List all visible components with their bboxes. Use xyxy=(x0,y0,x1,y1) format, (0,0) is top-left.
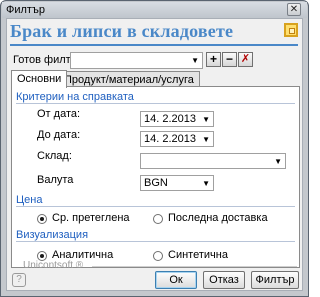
chevron-down-icon[interactable]: ▼ xyxy=(202,112,210,127)
criteria-divider xyxy=(16,103,295,104)
to-date-value: 14. 2.2013 xyxy=(144,133,196,145)
price-section-title: Цена xyxy=(16,194,43,206)
chevron-down-icon[interactable]: ▼ xyxy=(202,176,210,191)
close-button[interactable]: ✕ xyxy=(287,3,301,16)
title-bar[interactable]: Филтър ✕ xyxy=(2,2,307,18)
tab-product[interactable]: Продукт/материал/услуга xyxy=(58,71,200,87)
dialog-body: Брак и липси в складовете Готов филтър: … xyxy=(6,18,303,291)
filter-button[interactable]: Филтър xyxy=(251,271,299,289)
ok-button[interactable]: Ок xyxy=(155,271,197,289)
chevron-down-icon[interactable]: ▼ xyxy=(274,154,282,169)
help-icon[interactable]: ? xyxy=(12,273,26,287)
warehouse-select[interactable]: ▼ xyxy=(140,153,286,169)
warehouse-label: Склад: xyxy=(37,150,72,162)
price-last-delivery-radio[interactable] xyxy=(153,214,163,224)
ready-filter-select[interactable]: ▼ xyxy=(70,52,203,69)
currency-label: Валута xyxy=(37,174,74,186)
to-date-label: До дата: xyxy=(37,129,81,141)
from-date-value: 14. 2.2013 xyxy=(144,113,196,125)
tab-general[interactable]: Основни xyxy=(11,70,68,88)
report-title: Брак и липси в складовете xyxy=(10,21,234,41)
chevron-down-icon[interactable]: ▼ xyxy=(191,53,199,68)
price-weighted-radio[interactable] xyxy=(37,214,47,224)
add-filter-button[interactable]: + xyxy=(206,52,221,67)
chevron-down-icon[interactable]: ▼ xyxy=(202,132,210,147)
window-title: Филтър xyxy=(6,4,45,16)
header-divider xyxy=(10,44,298,46)
currency-value: BGN xyxy=(144,177,168,189)
price-divider xyxy=(16,206,295,207)
criteria-section-title: Критерии на справката xyxy=(16,91,134,103)
from-date-label: От дата: xyxy=(37,108,81,120)
visualization-synthetic-radio[interactable] xyxy=(153,251,163,261)
delete-filter-button[interactable]: ✗ xyxy=(238,52,253,67)
brand-label: Unicontsoft ® xyxy=(23,260,84,271)
window-restore-icon[interactable] xyxy=(284,23,298,37)
tab-panel-general: Критерии на справката От дата: 14. 2.201… xyxy=(11,86,300,268)
price-weighted-label[interactable]: Ср. претеглена xyxy=(52,212,130,224)
from-date-picker[interactable]: 14. 2.2013 ▼ xyxy=(140,111,214,127)
filter-dialog: Филтър ✕ Брак и липси в складовете Готов… xyxy=(0,0,309,297)
visualization-section-title: Визуализация xyxy=(16,229,89,241)
remove-filter-button[interactable]: − xyxy=(222,52,237,67)
visualization-synthetic-label[interactable]: Синтетична xyxy=(168,249,228,261)
currency-select[interactable]: BGN ▼ xyxy=(140,175,214,191)
footer-divider xyxy=(92,266,297,267)
visualization-divider xyxy=(16,241,295,242)
cancel-button[interactable]: Отказ xyxy=(203,271,245,289)
price-last-delivery-label[interactable]: Последна доставка xyxy=(168,212,268,224)
to-date-picker[interactable]: 14. 2.2013 ▼ xyxy=(140,131,214,147)
